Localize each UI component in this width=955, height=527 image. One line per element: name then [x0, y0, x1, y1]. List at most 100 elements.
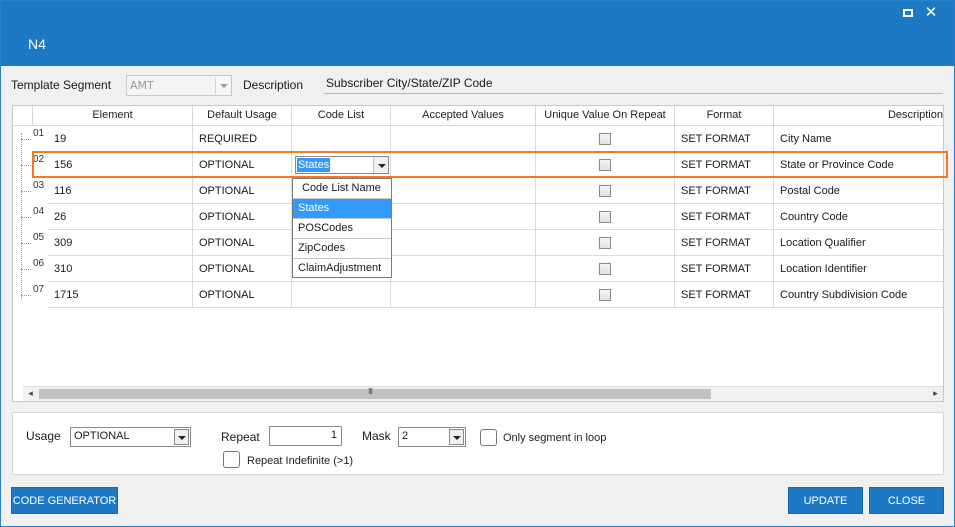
cell-description[interactable]: Country Subdivision Code	[774, 282, 943, 308]
cell-element[interactable]: 19	[48, 126, 193, 152]
cell-accepted-values[interactable]	[391, 126, 536, 152]
template-segment-select[interactable]: AMT	[126, 75, 232, 96]
row-number: 04	[33, 206, 45, 217]
column-header-element[interactable]: Element	[33, 106, 193, 126]
cell-format[interactable]: SET FORMAT	[675, 178, 774, 204]
cell-description[interactable]: Location Qualifier	[774, 230, 943, 256]
cell-default-usage[interactable]: OPTIONAL	[193, 230, 292, 256]
cell-accepted-values[interactable]	[391, 178, 536, 204]
elements-grid: Element Default Usage Code List Accepted…	[12, 105, 944, 402]
cell-default-usage[interactable]: OPTIONAL	[193, 178, 292, 204]
mask-value: 2	[402, 430, 409, 442]
dropdown-option-zipcodes[interactable]: ZipCodes	[293, 239, 391, 259]
repeat-input[interactable]: 1	[269, 426, 342, 446]
update-button[interactable]: UPDATE	[788, 487, 863, 514]
unique-value-checkbox[interactable]	[599, 263, 611, 275]
dropdown-header: Code List Name	[293, 179, 391, 199]
column-header-code-list[interactable]: Code List	[292, 106, 391, 126]
unique-value-checkbox[interactable]	[599, 237, 611, 249]
table-row[interactable]: 05 309 OPTIONAL SET FORMAT Location Qual…	[13, 230, 943, 256]
cell-default-usage[interactable]: OPTIONAL	[193, 282, 292, 308]
table-row[interactable]: 06 310 OPTIONAL SET FORMAT Location Iden…	[13, 256, 943, 282]
template-segment-label: Template Segment	[11, 78, 112, 92]
row-header-corner	[13, 106, 33, 126]
repeat-indefinite-label: Repeat Indefinite (>1)	[247, 455, 354, 467]
horizontal-scrollbar[interactable]: ◂ III ▸	[23, 386, 943, 401]
scroll-grip: III	[368, 387, 373, 396]
cell-format[interactable]: SET FORMAT	[675, 126, 774, 152]
dialog-header: N4	[1, 26, 954, 66]
usage-label: Usage	[26, 429, 61, 443]
table-row[interactable]: 03 116 OPTIONAL SET FORMAT Postal Code	[13, 178, 943, 204]
maximize-icon[interactable]	[901, 6, 915, 20]
cell-accepted-values[interactable]	[391, 204, 536, 230]
dropdown-option-poscodes[interactable]: POSCodes	[293, 219, 391, 239]
description-field[interactable]: Subscriber City/State/ZIP Code	[324, 75, 943, 94]
cell-description[interactable]: Country Code	[774, 204, 943, 230]
dialog-title: N4	[28, 36, 46, 52]
cell-default-usage[interactable]: OPTIONAL	[193, 204, 292, 230]
scroll-thumb[interactable]: III	[39, 387, 711, 399]
cell-element[interactable]: 26	[48, 204, 193, 230]
column-header-description[interactable]: Description	[774, 106, 943, 126]
cell-format[interactable]: SET FORMAT	[675, 256, 774, 282]
cell-description[interactable]: City Name	[774, 126, 943, 152]
usage-value: OPTIONAL	[74, 430, 130, 442]
row-number: 01	[33, 128, 45, 139]
cell-format[interactable]: SET FORMAT	[675, 282, 774, 308]
chevron-down-icon[interactable]	[174, 429, 189, 445]
cell-code-list[interactable]	[292, 282, 391, 308]
unique-value-checkbox[interactable]	[599, 289, 611, 301]
cell-default-usage[interactable]: OPTIONAL	[193, 256, 292, 282]
code-list-dropdown: Code List Name States POSCodes ZipCodes …	[292, 178, 392, 278]
only-segment-in-loop-checkbox[interactable]	[480, 429, 497, 446]
chevron-down-icon[interactable]	[215, 77, 230, 94]
dropdown-option-claimadjustment[interactable]: ClaimAdjustment	[293, 259, 391, 279]
row-number: 03	[33, 180, 45, 191]
cell-accepted-values[interactable]	[391, 230, 536, 256]
unique-value-checkbox[interactable]	[599, 185, 611, 197]
dropdown-option-states[interactable]: States	[293, 199, 391, 219]
table-row[interactable]: 07 1715 OPTIONAL SET FORMAT Country Subd…	[13, 282, 943, 308]
cell-element[interactable]: 1715	[48, 282, 193, 308]
cell-element[interactable]: 116	[48, 178, 193, 204]
close-icon[interactable]: ✕	[923, 3, 939, 21]
cell-unique-value	[536, 126, 675, 152]
close-button[interactable]: CLOSE	[869, 487, 944, 514]
scroll-right-icon[interactable]: ▸	[928, 387, 943, 401]
mask-select[interactable]: 2	[398, 427, 466, 447]
row-number: 06	[33, 258, 45, 269]
repeat-value: 1	[330, 429, 337, 441]
cell-accepted-values[interactable]	[391, 282, 536, 308]
repeat-indefinite-checkbox[interactable]	[223, 451, 240, 468]
unique-value-checkbox[interactable]	[599, 133, 611, 145]
description-label: Description	[243, 78, 304, 92]
column-header-accepted-values[interactable]: Accepted Values	[391, 106, 536, 126]
cell-format[interactable]: SET FORMAT	[675, 230, 774, 256]
cell-default-usage[interactable]: REQUIRED	[193, 126, 292, 152]
code-generator-button[interactable]: CODE GENERATOR	[11, 487, 118, 514]
cell-unique-value	[536, 256, 675, 282]
cell-description[interactable]: Location Identifier	[774, 256, 943, 282]
scroll-left-icon[interactable]: ◂	[23, 387, 38, 401]
table-row[interactable]: 04 26 OPTIONAL SET FORMAT Country Code	[13, 204, 943, 230]
cell-element[interactable]: 310	[48, 256, 193, 282]
row-number: 05	[33, 232, 45, 243]
column-header-format[interactable]: Format	[675, 106, 774, 126]
cell-format[interactable]: SET FORMAT	[675, 204, 774, 230]
cell-unique-value	[536, 178, 675, 204]
column-header-default-usage[interactable]: Default Usage	[193, 106, 292, 126]
cell-description[interactable]: Postal Code	[774, 178, 943, 204]
cell-code-list[interactable]	[292, 126, 391, 152]
chevron-down-icon[interactable]	[449, 429, 464, 445]
unique-value-checkbox[interactable]	[599, 211, 611, 223]
cell-accepted-values[interactable]	[391, 256, 536, 282]
cell-unique-value	[536, 282, 675, 308]
cell-element[interactable]: 309	[48, 230, 193, 256]
table-row[interactable]: 01 19 REQUIRED SET FORMAT City Name	[13, 126, 943, 152]
selected-row-outline	[32, 151, 948, 178]
cell-unique-value	[536, 230, 675, 256]
row-number: 07	[33, 284, 45, 295]
usage-select[interactable]: OPTIONAL	[70, 427, 191, 447]
column-header-unique-value[interactable]: Unique Value On Repeat	[536, 106, 675, 126]
